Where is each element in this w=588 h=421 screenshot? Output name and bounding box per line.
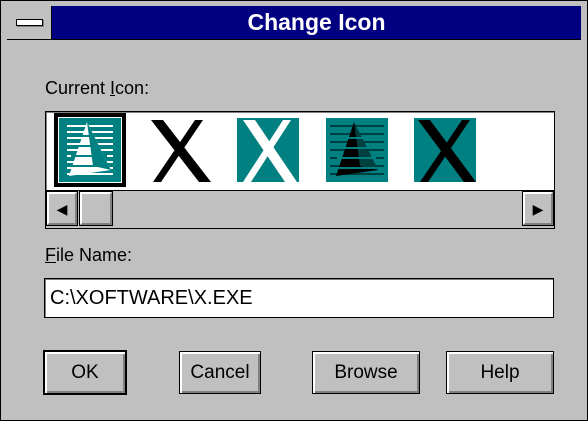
file-name-input[interactable]: C:\XOFTWARE\X.EXE — [44, 278, 554, 318]
arrow-left-icon: ◀ — [56, 200, 68, 217]
browse-button[interactable]: Browse — [312, 351, 420, 394]
system-menu-button[interactable] — [7, 6, 52, 39]
dialog-title: Change Icon — [247, 9, 386, 35]
scroll-right-button[interactable]: ▶ — [522, 191, 554, 226]
arrow-right-icon: ▶ — [532, 200, 544, 217]
icon-list[interactable]: ◀ ▶ — [45, 111, 555, 229]
file-name-label: File Name: — [45, 245, 133, 265]
icon-scrollbar[interactable]: ◀ ▶ — [46, 190, 554, 228]
scroll-left-button[interactable]: ◀ — [46, 191, 78, 226]
x-black-icon[interactable] — [147, 116, 213, 184]
x-dark-teal-icon[interactable] — [412, 116, 478, 184]
pyramid-teal-icon[interactable] — [54, 113, 126, 187]
help-button[interactable]: Help — [446, 351, 554, 394]
change-icon-dialog: Change Icon Current Icon: ◀ ▶ File Name:… — [0, 0, 588, 421]
ok-button[interactable]: OK — [44, 351, 126, 394]
current-icon-label: Current Icon: — [45, 78, 150, 98]
x-teal-icon[interactable] — [235, 116, 301, 184]
cancel-button[interactable]: Cancel — [179, 351, 261, 394]
scroll-thumb[interactable] — [79, 191, 113, 226]
system-menu-icon — [16, 19, 43, 26]
pyramid-dark-icon[interactable] — [324, 116, 390, 184]
title-bar: Change Icon — [7, 6, 581, 40]
